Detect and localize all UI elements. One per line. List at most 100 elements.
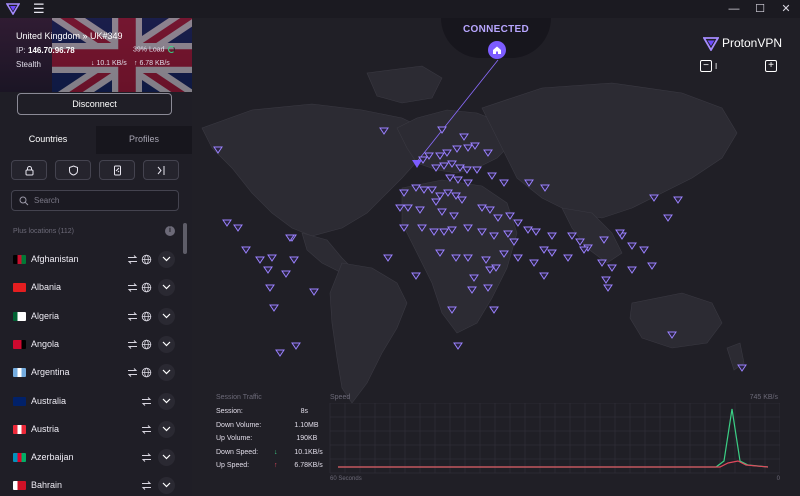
- server-pin[interactable]: [281, 270, 291, 278]
- expand-country-button[interactable]: [158, 420, 175, 438]
- server-pin[interactable]: [547, 232, 557, 240]
- country-row[interactable]: Afghanistan: [0, 246, 183, 274]
- zoom-out-button[interactable]: −: [700, 60, 712, 72]
- country-flag-icon: [13, 339, 26, 349]
- swap-icon[interactable]: [127, 311, 138, 322]
- server-pin[interactable]: [601, 276, 611, 284]
- swap-icon[interactable]: [141, 452, 152, 463]
- stat-unit: KB/s: [308, 448, 323, 456]
- country-row[interactable]: Algeria: [0, 303, 183, 331]
- shield-filter-button[interactable]: [55, 160, 91, 180]
- p2p-filter-button[interactable]: [99, 160, 135, 180]
- expand-country-button[interactable]: [158, 477, 175, 495]
- server-pin[interactable]: [453, 342, 463, 350]
- globe-icon[interactable]: [141, 282, 152, 293]
- country-name: Albania: [31, 282, 62, 293]
- swap-icon[interactable]: [141, 424, 152, 435]
- globe-icon[interactable]: [141, 254, 152, 265]
- server-pin[interactable]: [663, 214, 673, 222]
- session-stat-row: Session: 8s: [216, 408, 328, 420]
- swap-icon[interactable]: [141, 396, 152, 407]
- expand-country-button[interactable]: [158, 364, 175, 382]
- server-pin[interactable]: [603, 284, 613, 292]
- expand-country-button[interactable]: [158, 392, 175, 410]
- country-row[interactable]: Angola: [0, 331, 183, 359]
- country-row[interactable]: Bahrain: [0, 472, 183, 496]
- country-row[interactable]: Albania: [0, 274, 183, 302]
- server-pin[interactable]: [563, 254, 573, 262]
- disconnect-button[interactable]: Disconnect: [17, 93, 172, 115]
- server-pin[interactable]: [531, 228, 541, 236]
- globe-icon[interactable]: [141, 339, 152, 350]
- globe-icon[interactable]: [141, 367, 152, 378]
- swap-icon[interactable]: [127, 339, 138, 350]
- tab-countries[interactable]: Countries: [0, 126, 96, 154]
- tab-profiles[interactable]: Profiles: [96, 126, 192, 154]
- server-pin[interactable]: [233, 224, 243, 232]
- hamburger-menu-icon[interactable]: ☰: [33, 2, 45, 16]
- swap-icon[interactable]: [127, 254, 138, 265]
- server-pin[interactable]: [265, 284, 275, 292]
- server-pin[interactable]: [411, 272, 421, 280]
- shield-icon: [69, 165, 78, 176]
- server-pin[interactable]: [737, 364, 747, 372]
- server-pin[interactable]: [523, 226, 533, 234]
- server-pin[interactable]: [627, 266, 637, 274]
- server-pin[interactable]: [289, 256, 299, 264]
- server-pin[interactable]: [255, 256, 265, 264]
- server-pin[interactable]: [499, 179, 509, 187]
- server-pin[interactable]: [513, 254, 523, 262]
- feature-filters: [11, 160, 181, 180]
- server-pin[interactable]: [627, 242, 637, 250]
- server-pin[interactable]: [241, 246, 251, 254]
- zoom-in-button[interactable]: +: [765, 60, 777, 72]
- server-pin[interactable]: [267, 254, 277, 262]
- server-pin[interactable]: [539, 272, 549, 280]
- server-pin[interactable]: [529, 259, 539, 267]
- server-pin[interactable]: [263, 266, 273, 274]
- country-row[interactable]: Australia: [0, 388, 183, 416]
- server-pin[interactable]: [269, 304, 279, 312]
- home-location-pin[interactable]: [488, 41, 506, 59]
- server-pin[interactable]: [487, 172, 497, 180]
- server-pin[interactable]: [383, 254, 393, 262]
- swap-icon[interactable]: [127, 367, 138, 378]
- tor-filter-button[interactable]: [143, 160, 179, 180]
- scrollbar[interactable]: [183, 223, 187, 254]
- server-pin[interactable]: [513, 219, 523, 227]
- server-pin[interactable]: [489, 306, 499, 314]
- country-row[interactable]: Austria: [0, 416, 183, 444]
- server-pin[interactable]: [275, 349, 285, 357]
- server-pin[interactable]: [639, 246, 649, 254]
- close-button[interactable]: ✕: [778, 1, 794, 17]
- info-icon[interactable]: i: [165, 226, 175, 236]
- search-input[interactable]: [34, 193, 174, 208]
- secure-core-filter-button[interactable]: [11, 160, 47, 180]
- country-row[interactable]: Azerbaijan: [0, 444, 183, 472]
- server-pin[interactable]: [445, 174, 455, 182]
- expand-country-button[interactable]: [158, 449, 175, 467]
- swap-icon[interactable]: [141, 480, 152, 491]
- server-pin[interactable]: [472, 166, 482, 174]
- expand-country-button[interactable]: [158, 335, 175, 353]
- stat-value: 6.78: [294, 462, 308, 469]
- maximize-button[interactable]: ☐: [752, 1, 768, 17]
- server-pin[interactable]: [673, 196, 683, 204]
- server-pin[interactable]: [291, 342, 301, 350]
- expand-country-button[interactable]: [158, 307, 175, 325]
- split-tunnel-icon: [157, 166, 165, 175]
- server-pin[interactable]: [547, 249, 557, 257]
- minimize-button[interactable]: —: [726, 1, 742, 17]
- swap-icon[interactable]: [127, 282, 138, 293]
- server-pin[interactable]: [597, 259, 607, 267]
- server-pin[interactable]: [222, 219, 232, 227]
- expand-country-button[interactable]: [158, 251, 175, 268]
- server-pin[interactable]: [309, 288, 319, 296]
- expand-country-button[interactable]: [158, 279, 175, 297]
- country-row[interactable]: Argentina: [0, 359, 183, 387]
- globe-icon[interactable]: [141, 311, 152, 322]
- server-pin[interactable]: [567, 232, 577, 240]
- server-pin[interactable]: [539, 246, 549, 254]
- server-pin[interactable]: [607, 264, 617, 272]
- server-pin[interactable]: [647, 262, 657, 270]
